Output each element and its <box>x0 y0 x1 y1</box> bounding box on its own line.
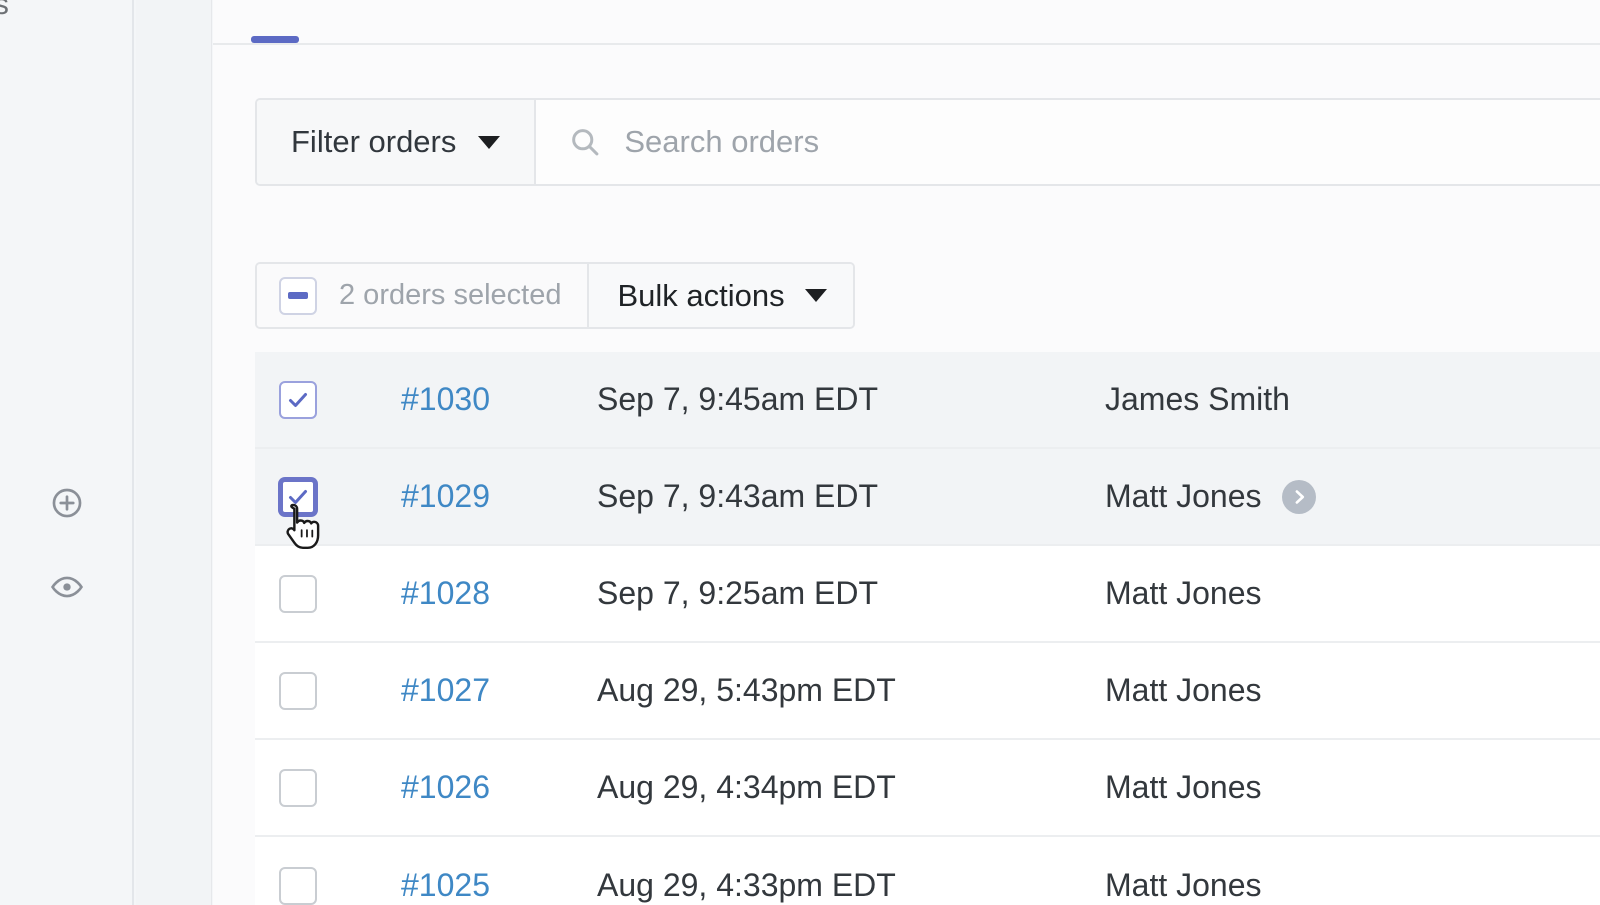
row-customer-cell: Matt Jones <box>1105 867 1600 904</box>
row-date-cell: Sep 7, 9:25am EDT <box>597 575 1105 612</box>
nav-cutoff-label: ts <box>0 0 9 21</box>
chevron-right-icon[interactable] <box>1281 479 1316 514</box>
row-customer-cell: Matt Jones <box>1105 575 1600 612</box>
selected-count-label: 2 orders selected <box>339 279 562 311</box>
customer-name: Matt Jones <box>1105 769 1262 805</box>
row-order-cell: #1028 <box>401 575 597 612</box>
row-checkbox[interactable] <box>279 768 317 807</box>
order-link[interactable]: #1025 <box>401 867 490 903</box>
table-row[interactable]: #1025 Aug 29, 4:33pm EDT Matt Jones <box>255 837 1600 905</box>
row-date-cell: Sep 7, 9:43am EDT <box>597 478 1105 515</box>
order-link[interactable]: #1028 <box>401 575 490 611</box>
row-order-cell: #1027 <box>401 672 597 709</box>
search-orders-input[interactable]: Search orders <box>536 100 1600 184</box>
panel-gutter <box>136 0 212 905</box>
row-select-cell <box>255 477 401 516</box>
order-date: Sep 7, 9:25am EDT <box>597 575 879 611</box>
row-select-cell <box>255 768 401 807</box>
table-row[interactable]: #1028 Sep 7, 9:25am EDT Matt Jones <box>255 546 1600 643</box>
row-order-cell: #1029 <box>401 478 597 515</box>
row-select-cell <box>255 866 401 905</box>
row-select-cell <box>255 671 401 710</box>
checkmark-icon <box>286 485 310 509</box>
row-select-cell <box>255 574 401 613</box>
row-checkbox[interactable] <box>279 574 317 613</box>
row-customer-cell: Matt Jones <box>1105 478 1600 515</box>
customer-name: Matt Jones <box>1105 575 1262 611</box>
table-row[interactable]: #1026 Aug 29, 4:34pm EDT Matt Jones <box>255 740 1600 837</box>
customer-name: Matt Jones <box>1105 478 1262 514</box>
row-checkbox[interactable] <box>279 671 317 710</box>
orders-screen: ts Filter orders <box>0 0 1600 905</box>
bulk-select-zone: 2 orders selected <box>257 264 590 327</box>
search-orders-placeholder: Search orders <box>624 124 820 159</box>
orders-content-panel: Filter orders Search orders 2 orders sel… <box>213 0 1600 905</box>
select-all-checkbox[interactable] <box>279 276 317 315</box>
row-customer-cell: Matt Jones <box>1105 672 1600 709</box>
row-checkbox[interactable] <box>279 866 317 905</box>
bulk-actions-label: Bulk actions <box>617 277 785 313</box>
orders-table: #1030 Sep 7, 9:45am EDT James Smith #102… <box>255 352 1600 905</box>
customer-name: Matt Jones <box>1105 672 1262 708</box>
row-checkbox[interactable] <box>279 380 317 419</box>
bulk-actions-button[interactable]: Bulk actions <box>589 264 853 327</box>
table-row[interactable]: #1027 Aug 29, 5:43pm EDT Matt Jones <box>255 643 1600 740</box>
chevron-down-icon <box>804 289 827 302</box>
row-order-cell: #1030 <box>401 381 597 418</box>
order-link[interactable]: #1029 <box>401 478 490 514</box>
order-date: Sep 7, 9:45am EDT <box>597 381 879 417</box>
row-order-cell: #1026 <box>401 769 597 806</box>
table-row[interactable]: #1030 Sep 7, 9:45am EDT James Smith <box>255 352 1600 449</box>
order-link[interactable]: #1027 <box>401 672 490 708</box>
filter-search-bar: Filter orders Search orders <box>255 98 1600 186</box>
bulk-action-bar: 2 orders selected Bulk actions <box>255 262 855 329</box>
row-checkbox[interactable] <box>279 477 317 516</box>
order-date: Sep 7, 9:43am EDT <box>597 478 879 514</box>
filter-orders-label: Filter orders <box>291 124 457 159</box>
order-date: Aug 29, 4:34pm EDT <box>597 769 896 805</box>
preview-eye-icon[interactable] <box>49 569 85 605</box>
customer-name: Matt Jones <box>1105 867 1262 903</box>
left-nav-rail: ts <box>0 0 134 905</box>
indeterminate-dash-icon <box>288 292 308 299</box>
active-tab-indicator <box>251 36 299 43</box>
row-customer-cell: Matt Jones <box>1105 769 1600 806</box>
filter-orders-button[interactable]: Filter orders <box>257 100 537 184</box>
row-date-cell: Sep 7, 9:45am EDT <box>597 381 1105 418</box>
add-circle-icon[interactable] <box>49 485 85 521</box>
row-select-cell <box>255 380 401 419</box>
order-date: Aug 29, 5:43pm EDT <box>597 672 896 708</box>
order-link[interactable]: #1026 <box>401 769 490 805</box>
row-date-cell: Aug 29, 4:34pm EDT <box>597 769 1105 806</box>
row-customer-cell: James Smith <box>1105 381 1600 418</box>
search-icon <box>568 125 602 159</box>
table-row[interactable]: #1029 Sep 7, 9:43am EDT Matt Jones <box>255 449 1600 546</box>
row-date-cell: Aug 29, 4:33pm EDT <box>597 867 1105 904</box>
row-date-cell: Aug 29, 5:43pm EDT <box>597 672 1105 709</box>
chevron-down-icon <box>478 135 501 149</box>
checkmark-icon <box>286 388 310 412</box>
order-date: Aug 29, 4:33pm EDT <box>597 867 896 903</box>
row-order-cell: #1025 <box>401 867 597 904</box>
rail-icon-group <box>0 485 134 605</box>
customer-name: James Smith <box>1105 381 1290 417</box>
tab-strip <box>213 0 1600 45</box>
order-link[interactable]: #1030 <box>401 381 490 417</box>
